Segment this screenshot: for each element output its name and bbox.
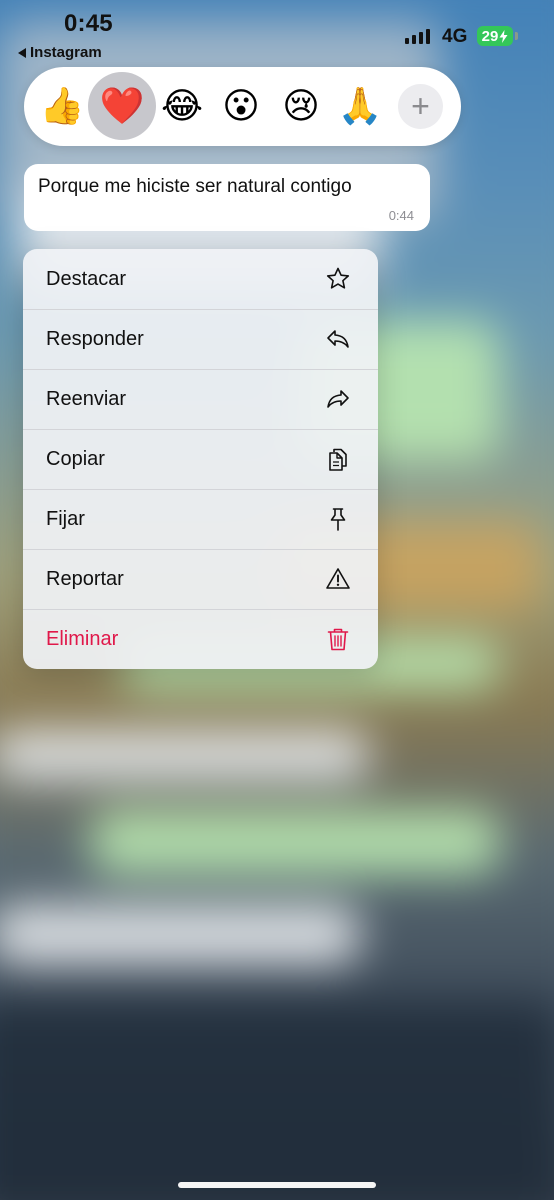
more-reactions-button[interactable]: + — [398, 84, 443, 129]
menu-item-label: Reenviar — [46, 387, 127, 410]
back-to-app-link[interactable]: Instagram — [18, 44, 102, 61]
back-app-label: Instagram — [30, 44, 102, 61]
menu-item-reportar[interactable]: Reportar — [23, 549, 378, 609]
thumbs-up-icon: 👍 — [39, 85, 85, 126]
reaction-crying[interactable]: 😢 — [267, 72, 335, 140]
tears-of-joy-icon: 😂 — [160, 85, 204, 126]
signal-icon — [405, 28, 430, 44]
reply-icon — [327, 330, 349, 348]
charging-bolt-icon — [499, 29, 508, 43]
reaction-red-heart[interactable]: ❤️ — [88, 72, 156, 140]
reaction-surprised[interactable]: 😮 — [207, 72, 275, 140]
network-type: 4G — [442, 26, 468, 47]
battery-level: 29 — [481, 27, 499, 45]
status-bar: 0:45 Instagram 4G 29 — [0, 0, 554, 64]
status-time: 0:45 — [64, 10, 113, 37]
message-text: Porque me hiciste ser natural contigo — [38, 176, 352, 197]
red-heart-icon: ❤️ — [99, 85, 145, 126]
menu-item-eliminar[interactable]: Eliminar — [23, 609, 378, 669]
copy-icon — [329, 448, 347, 471]
star-icon — [326, 267, 350, 289]
menu-item-copiar[interactable]: Copiar — [23, 429, 378, 489]
plus-icon: + — [411, 88, 430, 124]
pin-icon — [330, 508, 346, 531]
menu-item-label: Destacar — [46, 267, 127, 290]
menu-item-reenviar[interactable]: Reenviar — [23, 369, 378, 429]
menu-item-destacar[interactable]: Destacar — [23, 249, 378, 309]
message-context-menu: Destacar Responder Reenviar Copiar Fijar — [23, 249, 378, 669]
surprised-face-icon: 😮 — [222, 85, 260, 126]
menu-item-label: Fijar — [46, 507, 85, 530]
reaction-tears-of-joy[interactable]: 😂 — [148, 72, 216, 140]
message-bubble[interactable]: Porque me hiciste ser natural contigo 0:… — [24, 164, 430, 231]
menu-item-fijar[interactable]: Fijar — [23, 489, 378, 549]
back-arrow-icon — [18, 47, 26, 58]
forward-icon — [327, 390, 349, 408]
crying-face-icon: 😢 — [282, 85, 320, 126]
message-timestamp: 0:44 — [388, 208, 414, 223]
trash-icon — [327, 628, 349, 651]
battery-icon: 29 — [477, 26, 513, 46]
battery-cap — [515, 32, 518, 40]
menu-item-label: Responder — [46, 327, 144, 350]
menu-item-label: Reportar — [46, 567, 124, 590]
warning-icon — [326, 568, 350, 589]
reaction-bar: 👍 ❤️ 😂 😮 😢 🙏 + — [24, 67, 461, 146]
menu-item-label: Copiar — [46, 447, 105, 470]
reaction-thumbs-up[interactable]: 👍 — [28, 72, 96, 140]
menu-item-label: Eliminar — [46, 627, 119, 650]
home-indicator[interactable] — [178, 1182, 376, 1188]
menu-item-responder[interactable]: Responder — [23, 309, 378, 369]
reaction-folded-hands[interactable]: 🙏 — [326, 72, 394, 140]
folded-hands-icon: 🙏 — [337, 85, 383, 126]
